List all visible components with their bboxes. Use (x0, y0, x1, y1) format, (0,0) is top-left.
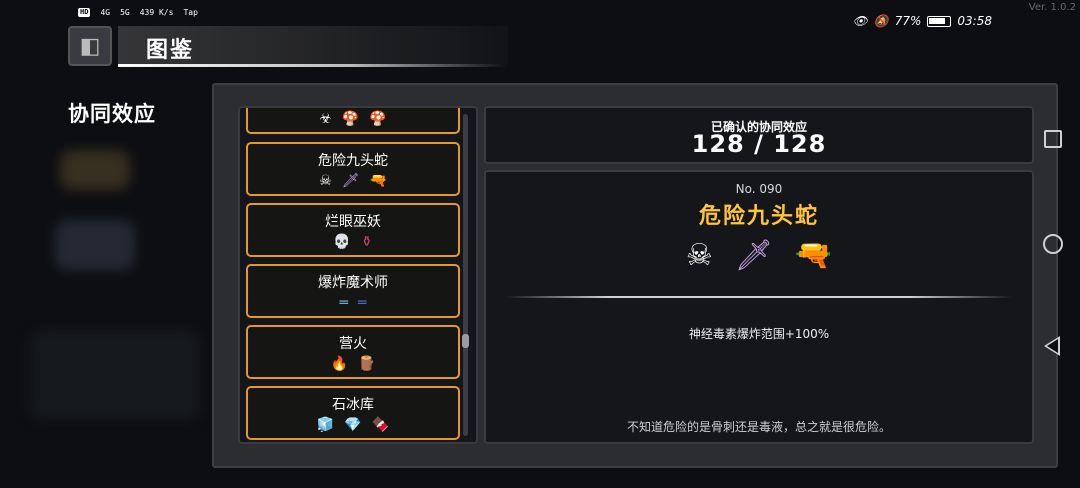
hd-badge: HD (78, 8, 91, 17)
list-item-icons: ☣ 🍄 🍄 (248, 111, 458, 127)
list-item-icons: 🔥 🪵 (248, 356, 458, 372)
crystal-icon: 💎 (344, 417, 362, 433)
recents-button[interactable] (1044, 130, 1062, 148)
list-item-label: 石冰库 (332, 397, 374, 413)
fire-icon: 🔥 (330, 356, 348, 372)
background-decoration (55, 220, 135, 270)
network-speed: 439 K/s (139, 8, 174, 17)
synergy-number: No. 090 (735, 182, 783, 196)
battery-percent: 77% (894, 14, 922, 28)
list-item[interactable]: ☣ 🍄 🍄 (246, 108, 460, 134)
list-item[interactable]: 危险九头蛇 ☠ 🗡 🔫 (246, 142, 460, 196)
version-label: Ver. 1.0.2 (1028, 2, 1076, 13)
list-item[interactable]: 石冰库 🧊 💎 🍫 (246, 386, 460, 440)
launcher-icon: ═ (358, 295, 367, 311)
synergy-effect: 神经毒素爆炸范围+100% (688, 327, 830, 341)
network-4g: 4G (100, 8, 111, 17)
list-item-icons: 🧊 💎 🍫 (248, 417, 458, 433)
status-bar-right: 👁 🔕 77% 03:58 (853, 14, 992, 28)
network-5g: 5G (120, 8, 130, 17)
rifle-icon: ═ (339, 295, 348, 311)
list-scrollbar[interactable] (463, 114, 468, 436)
chocolate-icon: 🍫 (371, 417, 390, 433)
synergy-name: 危险九头蛇 (698, 204, 819, 229)
list-scrollbar-thumb[interactable] (462, 334, 469, 348)
battery-icon (927, 15, 952, 27)
synergy-count-box: 已确认的协同效应 128 / 128 (484, 106, 1034, 164)
synergy-detail: No. 090 危险九头蛇 ☠ 🗡 🔫 神经毒素爆炸范围+100% 不知道危险的… (484, 170, 1034, 444)
tap-indicator: Tap (183, 8, 198, 17)
skull-explosion-icon: ☠ (319, 173, 332, 189)
biohazard-icon: ☣ (319, 111, 332, 127)
back-icon: ◧ (79, 33, 101, 59)
eye-icon: 👁 (852, 14, 868, 28)
bell-muted-icon: 🔕 (873, 14, 889, 28)
list-item-label: 营火 (339, 336, 367, 352)
divider (506, 296, 1012, 298)
section-title: 协同效应 (68, 102, 156, 126)
clock: 03:58 (957, 14, 992, 28)
skull-explosion-icon: ☠ (685, 238, 713, 273)
ice-cube-icon: 🧊 (316, 417, 335, 433)
background-decoration (30, 330, 200, 420)
background-decoration (60, 150, 130, 190)
skull-icon: 💀 (333, 234, 351, 250)
dagger-icon: 🗡 (734, 238, 773, 273)
back-nav-button[interactable] (1044, 336, 1060, 356)
list-item[interactable]: 爆炸魔术师 ═ ═ (246, 264, 460, 318)
back-button[interactable]: ◧ (68, 26, 112, 66)
list-item-icons: ═ ═ (248, 295, 458, 311)
mushroom-red-icon: 🍄 (369, 111, 387, 127)
header-underline (118, 64, 508, 67)
list-item[interactable]: 营火 🔥 🪵 (246, 325, 460, 379)
dagger-icon: 🗡 (341, 173, 360, 189)
synergy-count-value: 128 / 128 (691, 130, 827, 158)
system-navigation (1036, 110, 1072, 370)
gun-icon: 🔫 (369, 173, 387, 189)
synergy-description: 不知道危险的是骨刺还是毒液，总之就是很危险。 (626, 420, 891, 434)
log-icon: 🪵 (358, 356, 376, 372)
page-title: 图鉴 (146, 38, 195, 63)
synergy-list[interactable]: ☣ 🍄 🍄 危险九头蛇 ☠ 🗡 🔫 烂眼巫妖 💀 ⚱ 爆炸魔术师 ═ ═ 营火 … (238, 106, 478, 444)
list-item-label: 危险九头蛇 (318, 153, 388, 169)
list-item-label: 爆炸魔术师 (318, 275, 388, 291)
mushroom-blue-icon: 🍄 (341, 111, 360, 127)
list-item-icons: ☠ 🗡 🔫 (248, 173, 458, 189)
home-button[interactable] (1043, 234, 1063, 254)
potion-icon: ⚱ (360, 234, 373, 250)
status-bar-left: HD 4G 5G 439 K/s Tap (78, 8, 198, 17)
gun-icon: 🔫 (794, 238, 833, 273)
synergy-items: ☠ 🗡 🔫 (486, 236, 1032, 276)
list-item-label: 烂眼巫妖 (325, 214, 381, 230)
list-item-icons: 💀 ⚱ (248, 234, 458, 250)
list-item[interactable]: 烂眼巫妖 💀 ⚱ (246, 203, 460, 257)
